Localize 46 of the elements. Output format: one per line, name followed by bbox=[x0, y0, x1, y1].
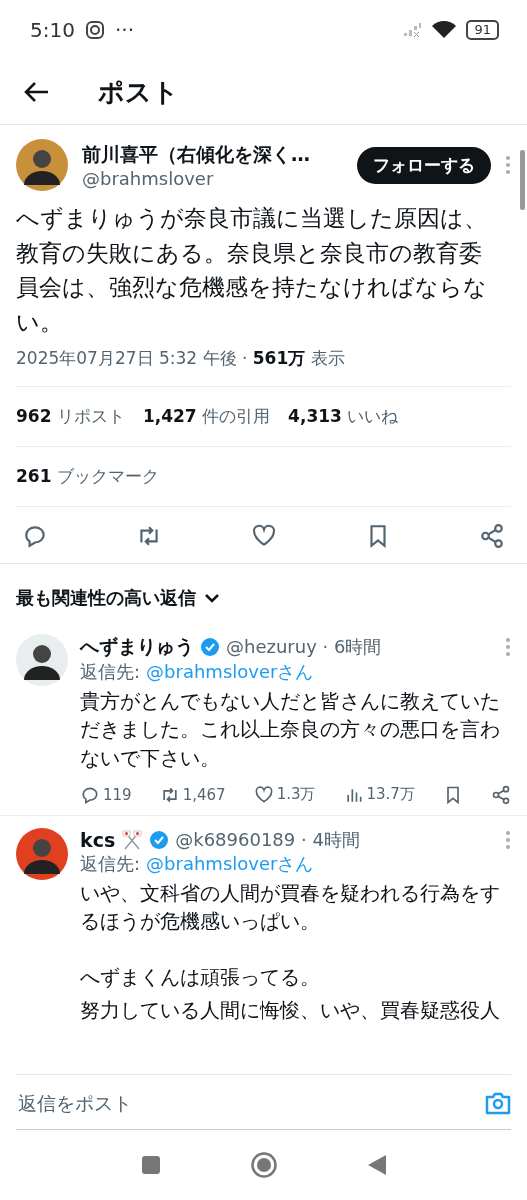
author-name[interactable]: 前川喜平（右傾化を深く… bbox=[82, 141, 343, 168]
chevron-down-icon[interactable] bbox=[204, 593, 220, 603]
share-icon[interactable] bbox=[490, 784, 511, 805]
reply-to-label: 返信先: bbox=[80, 851, 141, 876]
reply-icon[interactable] bbox=[22, 523, 48, 549]
reply-handle-time: @hezuruy · 6時間 bbox=[226, 635, 383, 659]
heart-icon[interactable] bbox=[253, 784, 274, 805]
back-icon[interactable] bbox=[366, 1154, 387, 1176]
reply-text: 貴方がとんでもない人だと皆さんに教えていただきました。これ以上奈良の方々の悪口を言わないで下さい。 bbox=[80, 689, 501, 772]
battery-indicator: 91 bbox=[466, 20, 499, 40]
reply-text: 努力している人間に悔悛、いや、買春疑惑役人 bbox=[80, 997, 501, 1024]
engagement-stat[interactable]: 4,313 いいね bbox=[288, 405, 399, 428]
engagement-stat[interactable]: 962 リポスト bbox=[16, 405, 125, 428]
reply-to-label: 返信先: bbox=[80, 660, 141, 684]
view-count: 13.7万 bbox=[366, 785, 415, 805]
avatar[interactable] bbox=[16, 827, 68, 880]
avatar[interactable] bbox=[16, 634, 68, 686]
home-icon[interactable] bbox=[250, 1152, 277, 1178]
post-timestamp: 2025年07月27日 5:32 午後 · 561万 表示 bbox=[16, 339, 511, 387]
wifi-icon bbox=[432, 21, 457, 39]
repost-count: 1,467 bbox=[182, 785, 226, 804]
follow-button[interactable]: フォローする bbox=[357, 146, 491, 184]
post-text: へずまりゅうが奈良市議に当選した原因は、教育の失敗にある。奈良県と奈良市の教育委員会は、強烈な危機感を持たなければならない。 bbox=[16, 204, 488, 337]
notification-more: ··· bbox=[114, 18, 134, 42]
clock: 5:10 bbox=[30, 18, 75, 42]
instagram-icon bbox=[84, 20, 105, 40]
signal-icon bbox=[402, 22, 423, 38]
scrollbar[interactable] bbox=[520, 150, 525, 210]
back-arrow-icon[interactable] bbox=[24, 81, 50, 103]
reply-text: いや、文科省の人間が買春を疑われる行為をするほうが危機感いっぱい。 bbox=[80, 880, 501, 936]
bookmark-count[interactable]: 261 ブックマーク bbox=[16, 465, 159, 488]
reply-count: 119 bbox=[103, 785, 132, 804]
share-icon[interactable] bbox=[479, 523, 505, 549]
page-title: ポスト bbox=[98, 75, 179, 109]
sort-label[interactable]: 最も関連性の高い返信 bbox=[16, 586, 196, 610]
avatar[interactable] bbox=[16, 139, 68, 191]
camera-icon[interactable] bbox=[485, 1091, 511, 1115]
heart-icon[interactable] bbox=[250, 523, 277, 549]
recents-icon[interactable] bbox=[140, 1155, 161, 1175]
reply-text: へずまくんは頑張ってる。 bbox=[80, 965, 321, 992]
reply-author-name[interactable]: kcs bbox=[80, 828, 116, 851]
like-count: 1.3万 bbox=[276, 785, 316, 805]
reply-author-name[interactable]: へずまりゅう bbox=[80, 634, 194, 660]
engagement-stat[interactable]: 1,427 件の引用 bbox=[142, 405, 271, 428]
author-handle[interactable]: @brahmslover bbox=[82, 167, 343, 189]
reply-handle-time: @k68960189 · 4時間 bbox=[175, 827, 361, 852]
